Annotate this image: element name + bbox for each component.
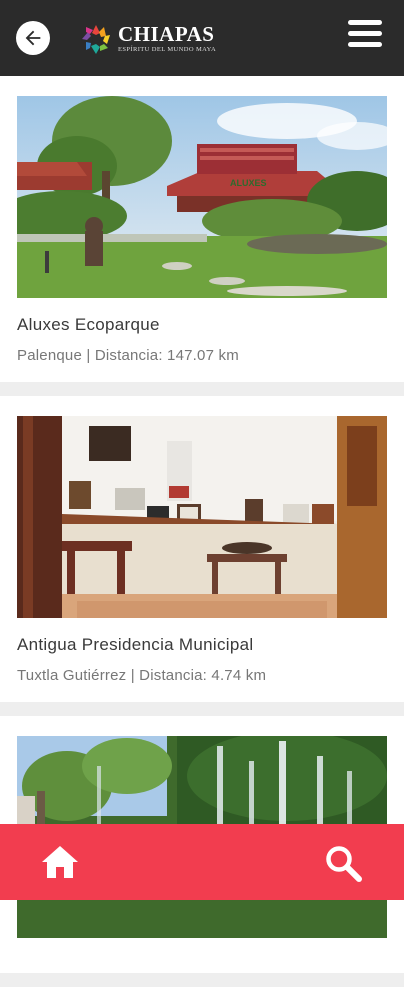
logo-subtitle: ESPÍRITU DEL MUNDO MAYA [118, 46, 217, 54]
place-location-distance [17, 955, 387, 973]
search-button[interactable] [324, 844, 364, 882]
back-button[interactable] [16, 21, 50, 55]
search-icon [326, 846, 362, 882]
place-location-distance: Palenque | Distancia: 147.07 km [17, 347, 239, 364]
chiapas-logo-mark-icon [82, 25, 110, 54]
place-card[interactable]: ALUXES Aluxes Ecoparque Palenque | Dista… [0, 76, 404, 382]
aluxes-sign-text: ALUXES [230, 178, 267, 188]
home-icon [42, 846, 78, 878]
place-location-distance: Tuxtla Gutiérrez | Distancia: 4.74 km [17, 667, 267, 684]
place-name[interactable]: Antigua Presidencia Municipal [17, 635, 387, 655]
place-card[interactable]: Antigua Presidencia Municipal Tuxtla Gut… [0, 396, 404, 702]
place-name[interactable]: Aluxes Ecoparque [17, 315, 387, 335]
hamburger-menu-icon [348, 20, 382, 25]
chiapas-logo[interactable]: CHIAPAS ESPÍRITU DEL MUNDO MAYA [78, 20, 216, 58]
place-photo-aluxes[interactable]: ALUXES [17, 96, 387, 298]
menu-button[interactable] [348, 20, 382, 50]
bottom-navigation [0, 824, 404, 900]
logo-title: CHIAPAS [118, 22, 215, 47]
place-photo-presidencia[interactable] [17, 416, 387, 618]
arrow-left-icon [25, 30, 41, 46]
top-app-bar: CHIAPAS ESPÍRITU DEL MUNDO MAYA [0, 0, 404, 76]
home-button[interactable] [40, 844, 80, 880]
